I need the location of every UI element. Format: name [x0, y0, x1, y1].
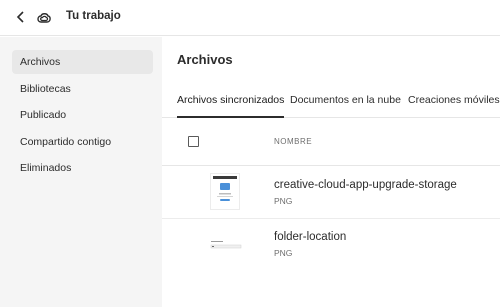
table-header: NOMBRE: [162, 119, 500, 166]
tab-creaciones-moviles[interactable]: Creaciones móviles: [408, 94, 500, 118]
sidebar-item-eliminados[interactable]: Eliminados: [12, 156, 153, 180]
column-header-name[interactable]: NOMBRE: [274, 137, 312, 146]
chevron-left-icon[interactable]: [13, 9, 29, 25]
tab-bar: Archivos sincronizados Documentos en la …: [162, 91, 500, 118]
page-title: Archivos: [177, 52, 233, 67]
sidebar-item-publicado[interactable]: Publicado: [12, 103, 153, 127]
sidebar: Archivos Bibliotecas Publicado Compartid…: [0, 37, 162, 307]
file-type: PNG: [274, 248, 293, 258]
sidebar-item-bibliotecas[interactable]: Bibliotecas: [12, 77, 153, 101]
main-content: Archivos Archivos sincronizados Document…: [162, 37, 500, 307]
table-row[interactable]: creative-cloud-app-upgrade-storage PNG: [162, 167, 500, 219]
top-bar: Tu trabajo: [0, 0, 500, 36]
file-type: PNG: [274, 196, 293, 206]
creative-cloud-logo: [37, 13, 51, 23]
sidebar-item-compartido[interactable]: Compartido contigo: [12, 130, 153, 154]
page-header-title: Tu trabajo: [66, 10, 121, 22]
sidebar-item-archivos[interactable]: Archivos: [12, 50, 153, 74]
tab-documentos-nube[interactable]: Documentos en la nube: [290, 94, 401, 118]
table-row[interactable]: folder-location PNG: [162, 219, 500, 270]
file-thumbnail: [210, 238, 242, 251]
tab-archivos-sincronizados[interactable]: Archivos sincronizados: [177, 94, 285, 118]
file-name[interactable]: folder-location: [274, 231, 346, 243]
file-name[interactable]: creative-cloud-app-upgrade-storage: [274, 179, 457, 191]
select-all-checkbox[interactable]: [188, 136, 199, 147]
file-thumbnail: [210, 173, 240, 210]
